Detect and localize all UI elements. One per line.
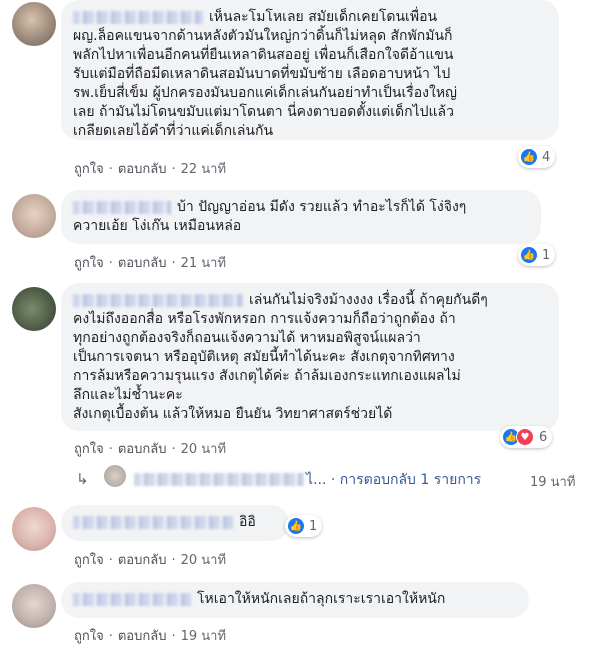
love-icon: ♥ xyxy=(516,428,534,446)
reaction-number: 1 xyxy=(309,518,318,534)
view-replies-text[interactable]: ไ... · การตอบกลับ 1 รายการ xyxy=(306,472,481,488)
avatar[interactable] xyxy=(12,287,56,331)
comment-text-line: ควายเอ้ย โง่เก๊น เหมือนหล่อ xyxy=(73,218,242,234)
reaction-count[interactable]: 👍 1 xyxy=(285,515,323,537)
comment-text-line: ผญ.ล็อคแขนจากด้านหลังตัวมันใหญ่กว่าดิ้นก… xyxy=(73,28,453,44)
comment-text-line: ลึกและไม่ช้ำนะคะ xyxy=(73,387,183,403)
comment-bubble: โหเอาให้หนักเลยถ้าลุกเราะเราเอาให้หนัก xyxy=(61,582,529,618)
comment-text-line: เลย ถ้ามันไม่โดนขมับแต่มาโดนตา นี่คงตาบอ… xyxy=(73,104,454,120)
timestamp[interactable]: 22 นาที xyxy=(181,162,226,177)
reply-link[interactable]: ตอบกลับ xyxy=(118,162,167,177)
replies-timestamp: 19 นาที xyxy=(530,471,575,492)
reply-link[interactable]: ตอบกลับ xyxy=(118,553,167,568)
timestamp[interactable]: 20 นาที xyxy=(181,553,226,568)
avatar[interactable] xyxy=(12,584,56,628)
like-icon: 👍 xyxy=(288,518,304,534)
comment-text-line: คงไม่ถึงออกสื่อ หรือโรงพักหรอก การแจ้งคว… xyxy=(73,311,456,327)
timestamp[interactable]: 19 นาที xyxy=(181,629,226,644)
commenter-name-blurred[interactable] xyxy=(73,592,191,606)
avatar[interactable] xyxy=(12,507,56,551)
like-link[interactable]: ถูกใจ xyxy=(74,256,104,271)
avatar[interactable] xyxy=(12,2,56,46)
comment-text-line: เห็นละโมโหเลย สมัยเด็กเคยโดนเพื่อน xyxy=(209,9,438,25)
like-link[interactable]: ถูกใจ xyxy=(74,553,104,568)
comment-text-line: ทุกอย่างถูกต้องจริงก็ถอนแจ้งความได้ หาหม… xyxy=(73,330,421,346)
reaction-number: 4 xyxy=(542,149,551,165)
comment-actions: ถูกใจ · ตอบกลับ · 22 นาที xyxy=(74,162,227,177)
comment-text-line: รับแต่มือที่ถือมีดเหลาดินสอมันบาดที่ขมับ… xyxy=(73,66,451,82)
comment-text-line: โหเอาให้หนักเลยถ้าลุกเราะเราเอาให้หนัก xyxy=(197,591,446,607)
comment-bubble: เล่นกันไม่จริงม้างงงง เรื่องนี้ ถ้าคุยกั… xyxy=(61,283,559,431)
like-link[interactable]: ถูกใจ xyxy=(74,162,104,177)
timestamp[interactable]: 21 นาที xyxy=(181,256,226,271)
reply-avatar[interactable] xyxy=(104,465,126,487)
comment-text-line: รพ.เย็บสี่เข็ม ผู้ปกครองมันบอกแค่เด็กเล่… xyxy=(73,85,457,101)
reply-link[interactable]: ตอบกลับ xyxy=(118,442,167,457)
comment-actions: ถูกใจ · ตอบกลับ · 20 นาที xyxy=(74,442,227,457)
comment-actions: ถูกใจ · ตอบกลับ · 21 นาที xyxy=(74,256,227,271)
commenter-name-blurred[interactable] xyxy=(73,200,171,214)
reaction-count[interactable]: 👍 4 xyxy=(518,146,556,168)
timestamp[interactable]: 19 นาที xyxy=(530,475,575,490)
comment-text-line: เป็นการเจตนา หรืออุบัติเหตุ สมัยนี้ทำได้… xyxy=(73,349,455,365)
view-replies-link[interactable]: ไ... · การตอบกลับ 1 รายการ xyxy=(306,469,481,491)
comment-text-line: เกลียดเลยไอ้คำที่ว่าแค่เด็กเล่นกัน xyxy=(73,123,274,139)
reply-arrow-icon: ↳ xyxy=(76,470,89,488)
timestamp[interactable]: 20 นาที xyxy=(181,442,226,457)
comment-text-line: เล่นกันไม่จริงม้างงงง เรื่องนี้ ถ้าคุยกั… xyxy=(249,292,488,308)
comment-text-line: อิอิ xyxy=(239,514,256,530)
like-icon: 👍 xyxy=(521,149,537,165)
reply-link[interactable]: ตอบกลับ xyxy=(118,256,167,271)
comment-text-line: พลักไปหาเพื่อนอีกคนที่ยืนเหลาดินสออยู่ เ… xyxy=(73,47,454,63)
commenter-name-blurred[interactable] xyxy=(73,515,233,529)
comment-text-line: สังเกตุเบื้องต้น แล้วให้หมอ ยืนยัน วิทยา… xyxy=(73,406,393,422)
comment-bubble: อิอิ xyxy=(61,505,289,541)
comment-bubble: เห็นละโมโหเลย สมัยเด็กเคยโดนเพื่อน ผญ.ล็… xyxy=(61,0,559,140)
commenter-name-blurred[interactable] xyxy=(73,293,243,307)
comment-text-line: การล้มหรือความรุนแรง สังเกตุได้ค่ะ ถ้าล้… xyxy=(73,368,461,384)
comment-text-line: บ้า ปัญญาอ่อน มีดัง รวยแล้ว ทำอะไรก็ได้ … xyxy=(177,199,467,215)
comment-bubble: บ้า ปัญญาอ่อน มีดัง รวยแล้ว ทำอะไรก็ได้ … xyxy=(61,190,541,244)
like-icon: 👍 xyxy=(521,247,537,263)
comment-actions: ถูกใจ · ตอบกลับ · 19 นาที xyxy=(74,629,227,644)
commenter-name-blurred[interactable] xyxy=(73,10,203,24)
reaction-number: 1 xyxy=(542,247,551,263)
avatar[interactable] xyxy=(12,194,56,238)
reaction-count[interactable]: 👍 1 xyxy=(518,244,556,266)
reply-link[interactable]: ตอบกลับ xyxy=(118,629,167,644)
reply-author-blurred[interactable] xyxy=(134,473,304,486)
like-link[interactable]: ถูกใจ xyxy=(74,442,104,457)
like-link[interactable]: ถูกใจ xyxy=(74,629,104,644)
reaction-number: 6 xyxy=(539,429,548,445)
reaction-count[interactable]: 👍 ♥ 6 xyxy=(500,426,553,448)
comment-actions: ถูกใจ · ตอบกลับ · 20 นาที xyxy=(74,553,227,568)
